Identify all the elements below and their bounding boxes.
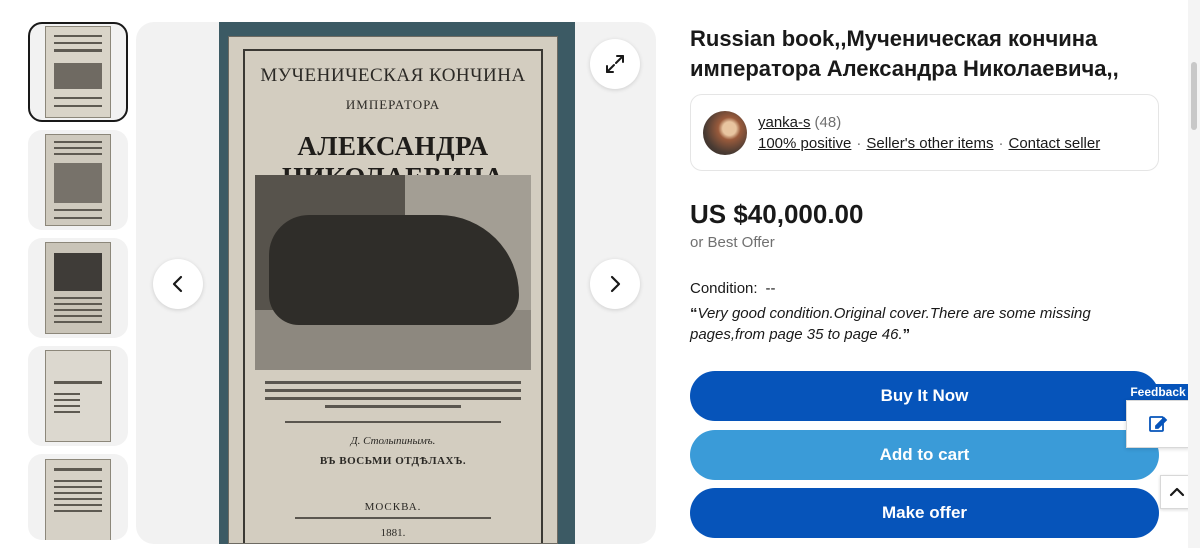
feedback-edit-icon: [1149, 416, 1168, 432]
next-image-button[interactable]: [590, 259, 640, 309]
thumbnail-image: [45, 459, 111, 540]
price: US $40,000.00: [690, 199, 864, 229]
chevron-left-icon: [172, 275, 183, 293]
book-title-line-1: МУЧЕНИЧЕСКАЯ КОНЧИНА: [260, 65, 526, 86]
add-to-cart-button[interactable]: Add to cart: [690, 430, 1159, 480]
separator-dot: ·: [998, 135, 1004, 152]
seller-avatar[interactable]: [703, 111, 747, 155]
page-scrollbar[interactable]: [1188, 0, 1200, 548]
main-photo: МУЧЕНИЧЕСКАЯ КОНЧИНА ИМПЕРАТОРА АЛЕКСАНД…: [219, 22, 575, 544]
book-title-line-2: ИМПЕРАТОРА: [345, 97, 441, 112]
condition-row: Condition: --: [690, 280, 776, 297]
separator-dot: ·: [856, 135, 862, 152]
close-quote: ”: [902, 326, 911, 343]
thumbnail[interactable]: [28, 346, 128, 446]
book-engraving: [255, 175, 531, 370]
contact-seller-link[interactable]: Contact seller: [1008, 135, 1100, 152]
thumbnail[interactable]: [28, 22, 128, 122]
thumbnail[interactable]: [28, 454, 128, 540]
seller-other-items-link[interactable]: Seller's other items: [866, 135, 993, 152]
seller-feedback-count: (48): [814, 114, 842, 131]
seller-positive-link[interactable]: 100% positive: [758, 135, 851, 152]
book-parts-line: ВЪ ВОСЬМИ ОТДѢЛАХЪ.: [319, 455, 467, 467]
chevron-right-icon: [610, 275, 621, 293]
previous-image-button[interactable]: [153, 259, 203, 309]
feedback-widget[interactable]: Feedback: [1126, 384, 1190, 448]
condition-value: --: [765, 280, 776, 297]
book-city-line: МОСКВА.: [364, 501, 422, 513]
open-quote: “: [690, 305, 698, 322]
thumbnail-image: [45, 242, 111, 334]
listing-title: Russian book,,Мученическая кончина импер…: [690, 26, 1119, 81]
best-offer-text: or Best Offer: [690, 234, 775, 251]
expand-icon: [606, 55, 624, 73]
book-year-line: 1881.: [380, 527, 406, 539]
expand-button[interactable]: [590, 39, 640, 89]
make-offer-button[interactable]: Make offer: [690, 488, 1159, 538]
thumbnail[interactable]: [28, 238, 128, 338]
scrollbar-thumb[interactable]: [1191, 62, 1197, 130]
thumbnail-image: [45, 350, 111, 442]
thumbnail[interactable]: [28, 130, 128, 230]
thumbnail-strip: [28, 22, 130, 548]
book-author-line: Д. Столыпинымъ.: [350, 435, 436, 447]
seller-card: yanka-s (48) 100% positive · Seller's other…: [690, 94, 1159, 171]
seller-name-link[interactable]: yanka-s: [758, 114, 811, 131]
thumbnail-image: [45, 134, 111, 226]
main-image-stage[interactable]: МУЧЕНИЧЕСКАЯ КОНЧИНА ИМПЕРАТОРА АЛЕКСАНД…: [136, 22, 656, 544]
feedback-label: Feedback: [1126, 384, 1190, 400]
buy-it-now-button[interactable]: Buy It Now: [690, 371, 1159, 421]
thumbnail-image: [45, 26, 111, 118]
book-cover: МУЧЕНИЧЕСКАЯ КОНЧИНА ИМПЕРАТОРА АЛЕКСАНД…: [228, 36, 558, 544]
condition-note-text: Very good condition.Original cover.There…: [690, 305, 1091, 343]
condition-label: Condition:: [690, 280, 758, 297]
chevron-up-icon: [1169, 487, 1185, 497]
condition-note: “Very good condition.Original cover.Ther…: [690, 303, 1150, 345]
